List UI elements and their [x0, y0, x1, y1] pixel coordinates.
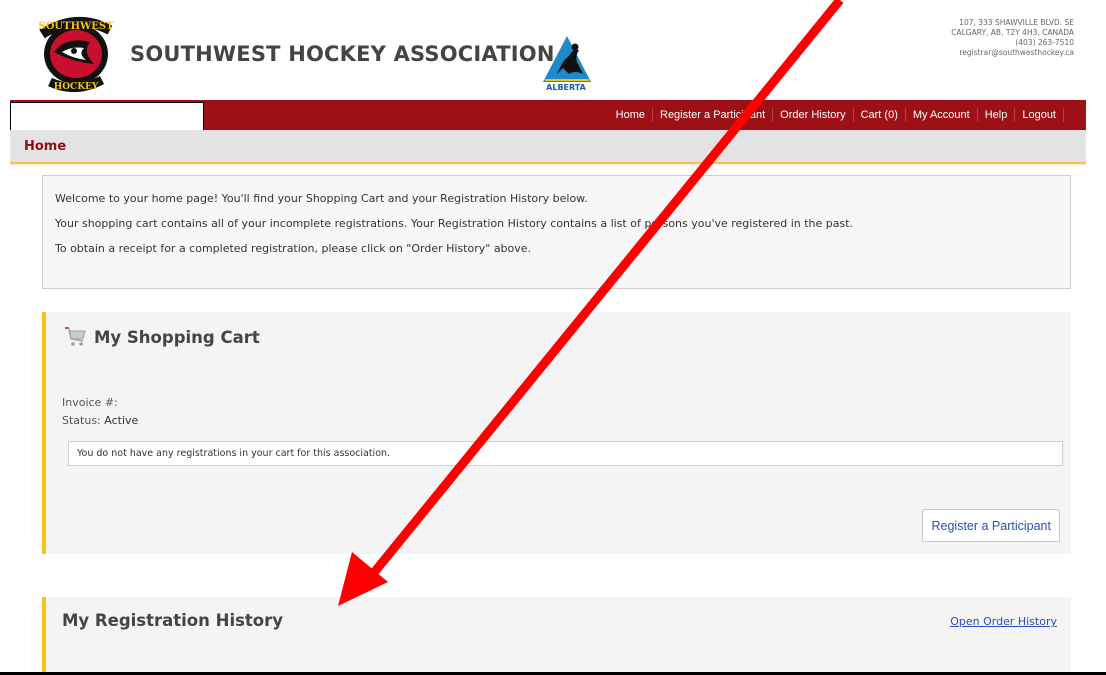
nav-help[interactable]: Help — [978, 108, 1016, 122]
redacted-user-box — [10, 102, 204, 131]
site-title: SOUTHWEST HOCKEY ASSOCIATION — [130, 42, 555, 66]
page-title-bar: Home — [10, 130, 1086, 164]
shopping-cart-section: My Shopping Cart Invoice #: Status: Acti… — [42, 312, 1071, 554]
register-participant-button[interactable]: Register a Participant — [922, 509, 1060, 542]
main-navbar: Home Register a Participant Order Histor… — [10, 100, 1086, 131]
invoice-label: Invoice #: — [62, 396, 118, 409]
status-value: Active — [104, 414, 139, 427]
nav-menu: Home Register a Participant Order Histor… — [609, 100, 1064, 130]
address-line: CALGARY, AB, T2Y 4H3, CANADA — [951, 28, 1074, 37]
welcome-text: To obtain a receipt for a completed regi… — [55, 242, 532, 255]
shopping-cart-icon — [65, 327, 86, 346]
nav-home[interactable]: Home — [609, 108, 653, 122]
status-label: Status: — [62, 414, 101, 427]
svg-text:HOCKEY: HOCKEY — [54, 82, 99, 92]
welcome-text: Welcome to your home page! You'll find y… — [55, 192, 588, 205]
open-order-history-link[interactable]: Open Order History — [950, 615, 1057, 628]
registration-history-title: My Registration History — [62, 611, 284, 630]
phone-number: (403) 263-7510 — [1015, 38, 1074, 47]
welcome-panel: Welcome to your home page! You'll find y… — [42, 175, 1071, 289]
shopping-cart-title: My Shopping Cart — [94, 328, 260, 347]
registration-history-section: My Registration History Open Order Histo… — [42, 597, 1071, 675]
association-address: 107, 333 SHAWVILLE BLVD. SE CALGARY, AB,… — [951, 18, 1074, 58]
welcome-text: Your shopping cart contains all of your … — [55, 217, 854, 230]
southwest-hockey-logo[interactable]: SOUTHWEST HOCKEY — [36, 12, 116, 92]
nav-my-account[interactable]: My Account — [906, 108, 978, 122]
site-header: SOUTHWEST HOCKEY SOUTHWEST HOCKEY ASSOCI… — [10, 0, 1086, 100]
nav-register-participant[interactable]: Register a Participant — [653, 108, 774, 122]
nav-cart[interactable]: Cart (0) — [854, 108, 906, 122]
empty-cart-message: You do not have any registrations in you… — [68, 441, 1063, 466]
cart-status: Status: Active — [62, 414, 138, 427]
nav-logout[interactable]: Logout — [1015, 108, 1064, 122]
email-address[interactable]: registrar@southwesthockey.ca — [951, 48, 1074, 58]
svg-text:SOUTHWEST: SOUTHWEST — [38, 21, 114, 32]
address-line: 107, 333 SHAWVILLE BLVD. SE — [959, 18, 1074, 27]
page-title: Home — [24, 139, 67, 154]
nav-order-history[interactable]: Order History — [773, 108, 854, 122]
main-content: Welcome to your home page! You'll find y… — [10, 166, 1086, 675]
hockey-alberta-logo: ALBERTA — [543, 36, 591, 92]
svg-text:ALBERTA: ALBERTA — [546, 83, 586, 92]
